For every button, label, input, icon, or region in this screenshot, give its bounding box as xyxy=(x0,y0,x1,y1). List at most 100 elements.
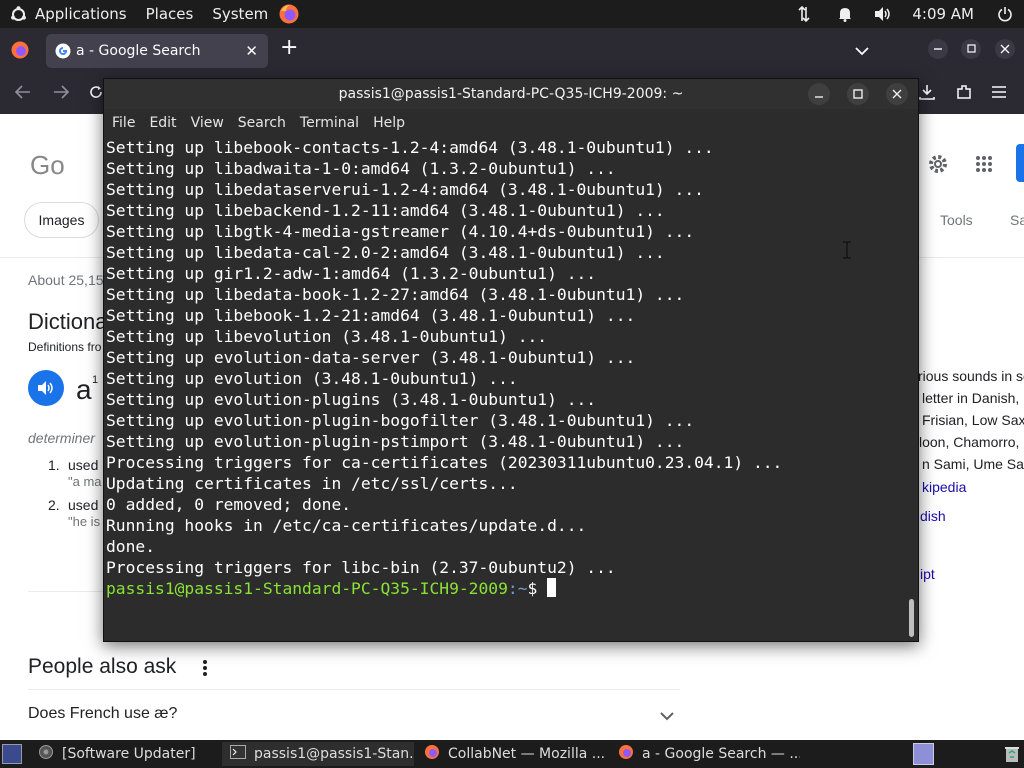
dictionary-word: a xyxy=(76,374,92,405)
volume-icon[interactable] xyxy=(872,0,894,28)
firefox-minimize-icon[interactable] xyxy=(928,39,948,59)
extensions-icon[interactable] xyxy=(955,83,973,105)
back-arrow-icon[interactable] xyxy=(14,84,32,104)
chevron-down-icon xyxy=(660,708,674,726)
part-of-speech: determiner xyxy=(28,430,95,446)
result-stats: About 25,15 xyxy=(28,272,104,288)
filter-chip-images[interactable]: Images xyxy=(24,202,99,238)
reload-icon[interactable] xyxy=(88,84,104,104)
firefox-tab-bar: a - Google Search ✕ + xyxy=(0,28,1024,72)
terminal-window[interactable]: passis1@passis1-Standard-PC-Q35-ICH9-200… xyxy=(103,78,919,642)
tab-close-icon[interactable]: ✕ xyxy=(245,42,258,60)
terminal-maximize-button[interactable] xyxy=(847,83,869,105)
more-options-icon[interactable] xyxy=(202,659,208,682)
top-panel: Applications Places System 4:09 AM xyxy=(0,0,1024,28)
hamburger-menu-icon[interactable] xyxy=(991,84,1007,103)
notifications-bell-icon[interactable] xyxy=(834,0,856,28)
network-icon[interactable] xyxy=(790,0,818,28)
tab-google-search[interactable]: a - Google Search ✕ xyxy=(46,34,268,68)
bottom-taskbar: [Software Updater] passis1@passis1-Stan.… xyxy=(0,740,1024,768)
definition-2-number: 2. xyxy=(48,497,60,513)
firefox-view-icon[interactable] xyxy=(10,40,30,64)
menu-system[interactable]: System xyxy=(212,5,268,23)
menu-places[interactable]: Places xyxy=(146,5,194,23)
terminal-line: Setting up libedata-book-1.2-27:amd64 (3… xyxy=(106,285,685,304)
firefox-icon xyxy=(424,744,440,764)
prompt-symbol: $ xyxy=(527,579,548,598)
terminal-line: Setting up evolution-plugin-pstimport (3… xyxy=(106,432,685,451)
terminal-line: Setting up libedataserverui-1.2-4:amd64 … xyxy=(106,180,704,199)
clock[interactable]: 4:09 AM xyxy=(912,0,974,28)
safesearch-button[interactable]: Sa xyxy=(1010,212,1024,228)
paa-question-row[interactable]: Does French use æ? xyxy=(28,690,680,738)
terminal-line: Setting up evolution-data-server (3.48.1… xyxy=(106,348,636,367)
knowledge-panel-line: letter in Danish, xyxy=(922,390,1020,406)
people-also-ask-heading: People also ask xyxy=(28,655,177,678)
ibeam-cursor-icon xyxy=(842,241,852,263)
ubuntu-logo-icon[interactable] xyxy=(10,5,27,23)
firefox-restore-icon[interactable] xyxy=(961,39,981,59)
tools-button[interactable]: Tools xyxy=(940,212,973,228)
taskbar-item-collabnet[interactable]: CollabNet — Mozilla ... xyxy=(416,742,608,766)
new-tab-plus-icon[interactable]: + xyxy=(280,35,298,60)
google-apps-grid-icon[interactable] xyxy=(975,155,993,178)
terminal-output[interactable]: Setting up libebook-contacts-1.2-4:amd64… xyxy=(104,137,918,641)
terminal-line: Setting up libebook-contacts-1.2-4:amd64… xyxy=(106,138,714,157)
terminal-line: Setting up libadwaita-1-0:amd64 (1.3.2-0… xyxy=(106,159,616,178)
dictionary-word-sup: 1 xyxy=(92,374,99,386)
menu-help[interactable]: Help xyxy=(373,115,405,131)
power-icon[interactable] xyxy=(994,0,1016,28)
sign-in-button[interactable] xyxy=(1016,144,1024,182)
terminal-line: Setting up libedata-cal-2.0-2:amd64 (3.4… xyxy=(106,243,665,262)
terminal-line: Setting up libgtk-4-media-gstreamer (4.1… xyxy=(106,222,695,241)
terminal-prompt-line[interactable]: passis1@passis1-Standard-PC-Q35-ICH9-200… xyxy=(106,578,918,599)
terminal-titlebar[interactable]: passis1@passis1-Standard-PC-Q35-ICH9-200… xyxy=(104,79,918,109)
downloads-icon[interactable] xyxy=(918,83,936,105)
taskbar-item-label: a - Google Search — ... xyxy=(642,746,800,762)
terminal-scrollbar[interactable] xyxy=(909,599,914,637)
knowledge-link[interactable]: ipt xyxy=(920,566,935,582)
trash-icon[interactable] xyxy=(1004,745,1020,767)
taskbar-item-terminal[interactable]: passis1@passis1-Stan... xyxy=(222,742,414,766)
knowledge-link[interactable]: dish xyxy=(920,508,946,524)
forward-arrow-icon[interactable] xyxy=(52,84,70,104)
definitions-source: Definitions fro xyxy=(28,340,102,354)
workspace-switcher[interactable] xyxy=(913,743,934,765)
panel-menus: Applications Places System xyxy=(0,0,310,28)
menu-view[interactable]: View xyxy=(191,115,224,131)
firefox-launcher-icon[interactable] xyxy=(278,3,300,25)
panel-tray: 4:09 AM xyxy=(790,0,1024,28)
terminal-line: Processing triggers for ca-certificates … xyxy=(106,453,783,472)
text-cursor xyxy=(547,578,557,597)
filter-chip-label: Images xyxy=(38,212,85,228)
settings-gear-icon[interactable] xyxy=(926,152,950,181)
terminal-line: Setting up libevolution (3.48.1-0ubuntu1… xyxy=(106,327,548,346)
prompt-user-host: passis1@passis1-Standard-PC-Q35-ICH9-200… xyxy=(106,579,508,598)
definition-1-number: 1. xyxy=(48,457,60,473)
terminal-menubar: File Edit View Search Terminal Help xyxy=(104,109,918,137)
terminal-line: Setting up evolution-plugins (3.48.1-0ub… xyxy=(106,390,597,409)
google-logo[interactable]: Go xyxy=(30,150,65,181)
menu-file[interactable]: File xyxy=(112,115,135,131)
paa-question-text: Does French use æ? xyxy=(28,705,178,722)
pronounce-speaker-button[interactable] xyxy=(28,370,64,406)
firefox-close-icon[interactable] xyxy=(995,39,1015,59)
taskbar-item-label: CollabNet — Mozilla ... xyxy=(448,746,606,762)
list-all-tabs-chevron-icon[interactable] xyxy=(855,41,869,60)
terminal-line: 0 added, 0 removed; done. xyxy=(106,495,352,514)
menu-edit[interactable]: Edit xyxy=(149,115,176,131)
taskbar-item-software-updater[interactable]: [Software Updater] xyxy=(30,742,222,766)
terminal-title: passis1@passis1-Standard-PC-Q35-ICH9-200… xyxy=(338,86,684,102)
definition-2-text: used xyxy=(68,497,99,513)
wikipedia-link[interactable]: kipedia xyxy=(922,479,966,495)
updater-icon xyxy=(38,744,54,764)
menu-terminal[interactable]: Terminal xyxy=(300,115,359,131)
taskbar-item-google-search[interactable]: a - Google Search — ... xyxy=(610,742,800,766)
terminal-close-button[interactable] xyxy=(886,83,908,105)
menu-search[interactable]: Search xyxy=(238,115,286,131)
knowledge-panel-line: Frisian, Low Sax xyxy=(922,412,1024,428)
terminal-line: Updating certificates in /etc/ssl/certs.… xyxy=(106,474,518,493)
menu-applications[interactable]: Applications xyxy=(35,5,127,23)
terminal-minimize-button[interactable] xyxy=(808,83,830,105)
show-desktop-icon[interactable] xyxy=(2,744,22,764)
